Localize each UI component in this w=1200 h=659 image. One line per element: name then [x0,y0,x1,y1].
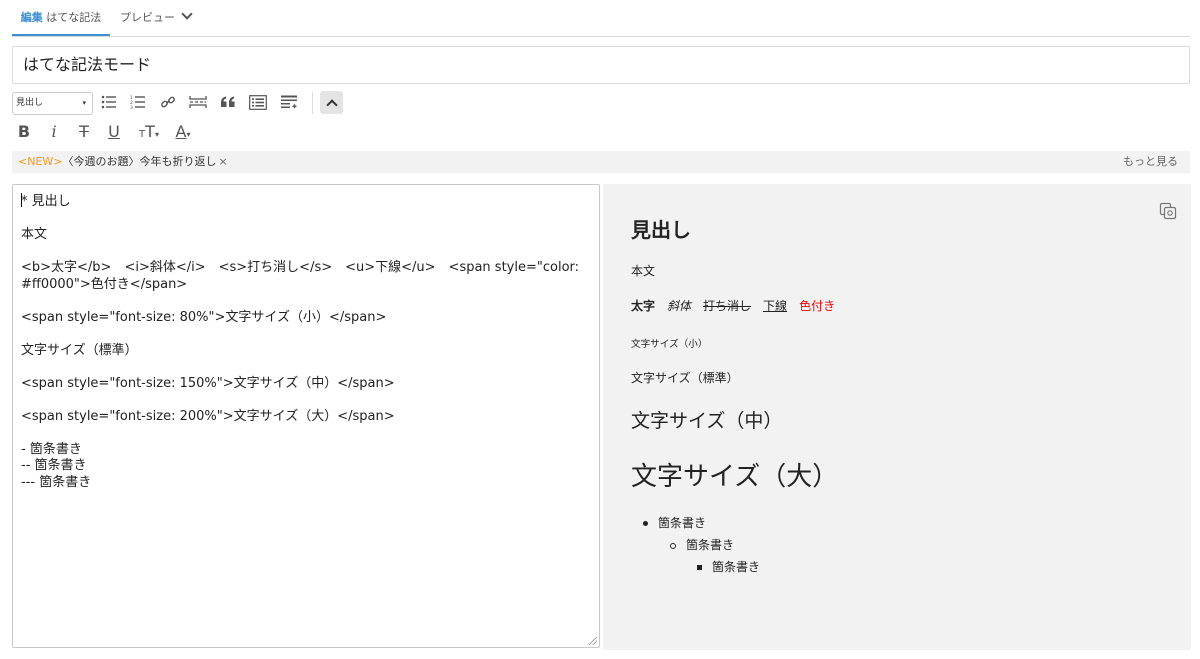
svg-text:3: 3 [130,105,133,109]
toolbar-divider [312,92,313,114]
preview-strike: 打ち消し [703,299,752,313]
select-arrow-icon: ▾ [82,99,86,107]
format-toolbar: 見出し ▾ 123 [12,90,412,116]
weekly-topic-banner: <NEW>〈今週のお題〉今年も折り返し × もっと見る [12,151,1190,173]
preview-colored: 色付き [799,299,836,313]
italic-icon: i [51,122,57,141]
preview-bold: 太字 [631,299,656,313]
preview-pane: 見出し 本文 太字 斜体 打ち消し 下線 色付き 文字サイズ（小） 文字サイズ（標準） … [603,184,1191,650]
resize-handle-icon[interactable] [589,637,597,645]
quote-icon [221,96,235,107]
circle-bullet-icon [670,542,676,549]
preview-size-medium: 文字サイズ（中） [631,410,783,432]
quote-button[interactable] [217,90,239,114]
underline-icon: U [108,122,120,141]
italic-button[interactable]: i [46,121,62,143]
strikethrough-icon: T [79,122,89,141]
strikethrough-button[interactable]: T [76,121,92,143]
see-more-link[interactable]: もっと見る [1123,151,1178,173]
title-input[interactable]: はてな記法モード [12,46,1190,84]
font-size-button[interactable]: TT▾ [136,121,162,143]
list-item-text: 箇条書き [686,538,735,552]
square-bullet-icon [697,565,702,570]
preview-size-small: 文字サイズ（小） [631,339,708,350]
text-color-icon: A▾ [175,122,191,141]
tab-edit-label: はてな記法 [46,11,102,24]
link-icon [161,96,175,108]
tab-edit-label-strong: 編集 [20,11,43,24]
preview-styled-line: 太字 斜体 打ち消し 下線 色付き [631,297,835,314]
new-badge: <NEW> [18,155,63,168]
close-icon[interactable]: × [219,155,228,168]
numbered-list-button[interactable]: 123 [127,90,149,114]
text-color-button[interactable]: A▾ [170,121,196,143]
list-item: 箇条書き [670,536,734,553]
list-item-text: 箇条書き [658,516,707,530]
tab-edit[interactable]: 編集 はてな記法 [12,0,110,36]
list-item: 箇条書き [697,558,760,575]
text-style-toolbar: B i T U TT▾ A▾ [12,121,232,143]
editor-content: * 見出し 本文 <b>太字</b> <i>斜体</i> <s>打ち消し</s>… [21,194,580,490]
numbered-list-icon: 123 [130,95,145,109]
underline-button[interactable]: U [106,121,122,143]
preview-italic: 斜体 [667,299,692,313]
editor-tabs: 編集 はてな記法 プレビュー [12,0,1190,37]
tab-preview-label: プレビュー [120,11,175,24]
table-of-contents-button[interactable] [247,90,269,114]
table-of-contents-icon [249,94,267,110]
link-button[interactable] [157,90,179,114]
insert-block-icon [281,95,297,108]
list-item-text: 箇条書き [712,560,761,574]
heading-select-value: 見出し [16,98,44,108]
preview-underline: 下線 [763,299,788,313]
disc-bullet-icon [643,521,648,526]
bulleted-list-icon [101,95,116,109]
bold-button[interactable]: B [16,121,32,143]
preview-size-large: 文字サイズ（大） [631,462,839,492]
bold-icon: B [17,122,31,141]
insert-block-button[interactable] [278,90,300,114]
tab-preview[interactable]: プレビュー [120,0,210,34]
chevron-down-icon [181,8,193,20]
preview-body-text: 本文 [631,264,656,278]
weekly-topic-link[interactable]: 〈今週のお題〉今年も折り返し [63,155,217,168]
bulleted-list-button[interactable] [98,90,120,114]
heading-select[interactable]: 見出し ▾ [12,92,93,115]
font-size-icon: TT▾ [139,122,159,141]
chevron-up-icon [325,98,338,111]
read-more-button[interactable] [187,90,209,114]
preview-heading: 見出し [631,218,691,242]
preview-size-normal: 文字サイズ（標準） [631,371,739,385]
list-item: 箇条書き [643,514,706,531]
read-more-icon [189,96,207,108]
collapse-toolbar-button[interactable] [320,91,343,114]
copy-icon[interactable] [1159,202,1177,220]
editor-textarea[interactable]: * 見出し 本文 <b>太字</b> <i>斜体</i> <s>打ち消し</s>… [12,184,600,648]
